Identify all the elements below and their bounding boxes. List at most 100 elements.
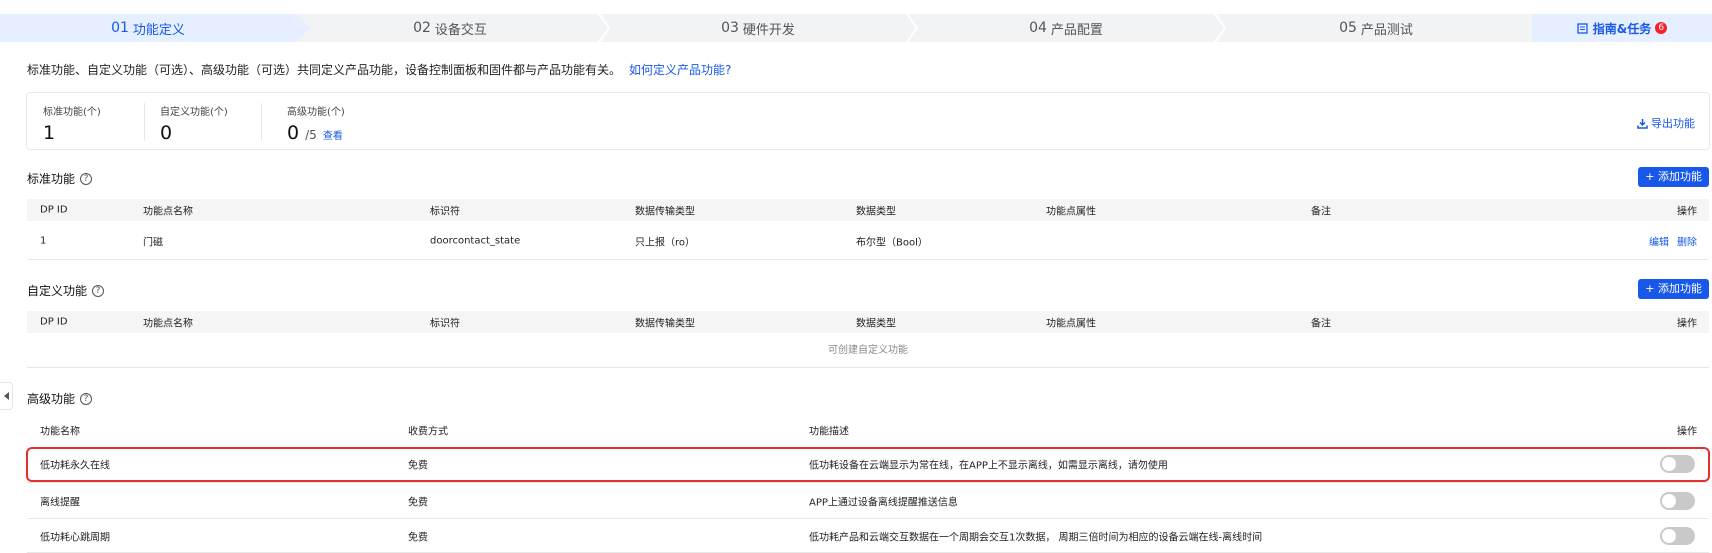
stat-advanced: 高级功能(个) 0 /5 查看 [287, 103, 345, 144]
cell-charge: 免费 [408, 497, 428, 508]
collapse-sidebar-handle[interactable] [0, 382, 13, 410]
step-function-definition[interactable]: 01 功能定义 [0, 14, 310, 42]
standard-section-title: 标准功能 ? [27, 170, 93, 187]
export-label: 导出功能 [1651, 117, 1695, 130]
advanced-table-header: 功能名称 收费方式 功能描述 操作 [27, 419, 1709, 441]
col-properties: 功能点属性 [1046, 318, 1096, 330]
help-icon[interactable]: ? [80, 392, 93, 405]
custom-table-header: DP ID 功能点名称 标识符 数据传输类型 数据类型 功能点属性 备注 操作 [27, 311, 1709, 333]
add-standard-function-button[interactable]: + 添加功能 [1638, 167, 1709, 187]
col-dp-id: DP ID [40, 204, 68, 216]
stat-label: 高级功能(个) [287, 107, 345, 118]
step-label: 产品测试 [1360, 22, 1413, 38]
stat-label: 标准功能(个) [43, 107, 101, 118]
step-hardware-development[interactable]: 03 硬件开发 [604, 14, 919, 42]
divider [261, 103, 262, 141]
cell-transfer-type: 只上报（ro） [635, 237, 696, 248]
cell-description: APP上通过设备离线提醒推送信息 [809, 497, 958, 508]
step-label: 功能定义 [132, 22, 185, 38]
notification-badge: 6 [1655, 22, 1668, 34]
step-product-configuration[interactable]: 04 产品配置 [912, 14, 1227, 42]
divider [144, 103, 145, 141]
offline-reminder-toggle[interactable] [1660, 491, 1695, 510]
step-separator-icon [1214, 14, 1227, 42]
step-device-interaction[interactable]: 02 设备交互 [296, 14, 611, 42]
cell-description: 低功耗产品和云端交互数据在一个周期会交互1次数据， 周期三倍时间为相应的设备云端… [809, 532, 1263, 543]
col-function-name: 功能名称 [40, 426, 80, 438]
stats-card: 标准功能(个) 1 自定义功能(个) 0 高级功能(个) 0 /5 查看 导出功能 [26, 92, 1710, 150]
guide-label: 指南&任务 [1592, 21, 1652, 36]
standard-table-header: DP ID 功能点名称 标识符 数据传输类型 数据类型 功能点属性 备注 操作 [27, 199, 1709, 221]
stat-value-number: 0 [287, 122, 300, 144]
step-number: 04 [1029, 20, 1047, 36]
step-separator-icon [598, 14, 611, 42]
col-identifier: 标识符 [430, 206, 460, 218]
step-separator-icon [906, 14, 919, 42]
export-functions-button[interactable]: 导出功能 [1637, 115, 1695, 131]
col-name: 功能点名称 [143, 318, 193, 330]
section-title-text: 标准功能 [27, 172, 76, 186]
col-charge: 收费方式 [408, 426, 448, 438]
step-label: 硬件开发 [742, 22, 795, 38]
stat-standard: 标准功能(个) 1 [43, 103, 101, 144]
empty-state-text: 可创建自定义功能 [27, 334, 1709, 368]
col-note: 备注 [1311, 206, 1331, 218]
download-icon [1637, 118, 1648, 129]
step-label: 设备交互 [434, 22, 487, 38]
stat-label: 自定义功能(个) [160, 107, 228, 118]
table-row: 低功耗心跳周期 免费 低功耗产品和云端交互数据在一个周期会交互1次数据， 周期三… [27, 519, 1709, 553]
table-row: 离线提醒 免费 APP上通过设备离线提醒推送信息 [27, 483, 1709, 519]
cell-dp-id: 1 [40, 235, 47, 246]
step-product-testing[interactable]: 05 产品测试 [1220, 14, 1532, 42]
col-transfer-type: 数据传输类型 [635, 206, 695, 218]
step-number: 01 [111, 20, 129, 36]
col-identifier: 标识符 [430, 318, 460, 330]
table-row: 低功耗永久在线 免费 低功耗设备在云端显示为常在线，在APP上不显示离线，如需显… [27, 446, 1709, 483]
stat-value-total: /5 [305, 128, 317, 142]
cell-name: 门磁 [143, 237, 163, 248]
view-advanced-link[interactable]: 查看 [323, 131, 343, 142]
col-actions: 操作 [1677, 426, 1697, 438]
section-title-text: 高级功能 [27, 392, 76, 406]
cell-identifier: doorcontact_state [430, 235, 521, 246]
col-transfer-type: 数据传输类型 [635, 318, 695, 330]
col-data-type: 数据类型 [856, 318, 896, 330]
low-power-online-toggle[interactable] [1660, 455, 1695, 473]
col-properties: 功能点属性 [1046, 206, 1096, 218]
intro-description: 标准功能、自定义功能（可选）、高级功能（可选）共同定义产品功能，设备控制面板和固… [27, 63, 622, 77]
stat-value: 0 [160, 122, 173, 144]
cell-function-name: 低功耗心跳周期 [40, 532, 110, 543]
progress-stepper: 01 功能定义 02 设备交互 03 硬件开发 04 产品配置 05 产品测试 … [0, 14, 1712, 42]
col-data-type: 数据类型 [856, 206, 896, 218]
col-note: 备注 [1311, 318, 1331, 330]
help-icon[interactable]: ? [92, 284, 105, 297]
cell-function-name: 离线提醒 [40, 497, 80, 508]
step-label: 产品配置 [1050, 22, 1103, 38]
col-description: 功能描述 [809, 426, 849, 438]
guide-tasks-button[interactable]: 指南&任务 6 [1532, 14, 1712, 42]
cell-function-name: 低功耗永久在线 [40, 460, 110, 472]
step-number: 03 [721, 20, 739, 36]
cell-data-type: 布尔型（Bool） [856, 237, 928, 248]
col-dp-id: DP ID [40, 316, 68, 328]
delete-button[interactable]: 删除 [1677, 233, 1697, 248]
table-row: 1 门磁 doorcontact_state 只上报（ro） 布尔型（Bool）… [27, 222, 1709, 260]
step-number: 05 [1339, 20, 1357, 36]
stat-value: 0 /5 查看 [287, 122, 345, 144]
step-number: 02 [413, 20, 431, 36]
advanced-section-title: 高级功能 ? [27, 390, 93, 407]
heartbeat-cycle-toggle[interactable] [1660, 526, 1695, 545]
chevron-left-icon [3, 392, 9, 400]
col-actions: 操作 [1677, 206, 1697, 218]
intro-text: 标准功能、自定义功能（可选）、高级功能（可选）共同定义产品功能，设备控制面板和固… [27, 61, 731, 78]
col-actions: 操作 [1677, 318, 1697, 330]
stat-custom: 自定义功能(个) 0 [160, 103, 228, 144]
add-custom-function-button[interactable]: + 添加功能 [1638, 279, 1709, 299]
book-icon [1577, 22, 1588, 34]
stat-value: 1 [43, 122, 56, 144]
col-name: 功能点名称 [143, 206, 193, 218]
how-to-define-link[interactable]: 如何定义产品功能? [629, 63, 731, 77]
help-icon[interactable]: ? [80, 172, 93, 185]
cell-description: 低功耗设备在云端显示为常在线，在APP上不显示离线，如需显示离线，请勿使用 [809, 460, 1168, 472]
edit-button[interactable]: 编辑 [1649, 233, 1669, 248]
